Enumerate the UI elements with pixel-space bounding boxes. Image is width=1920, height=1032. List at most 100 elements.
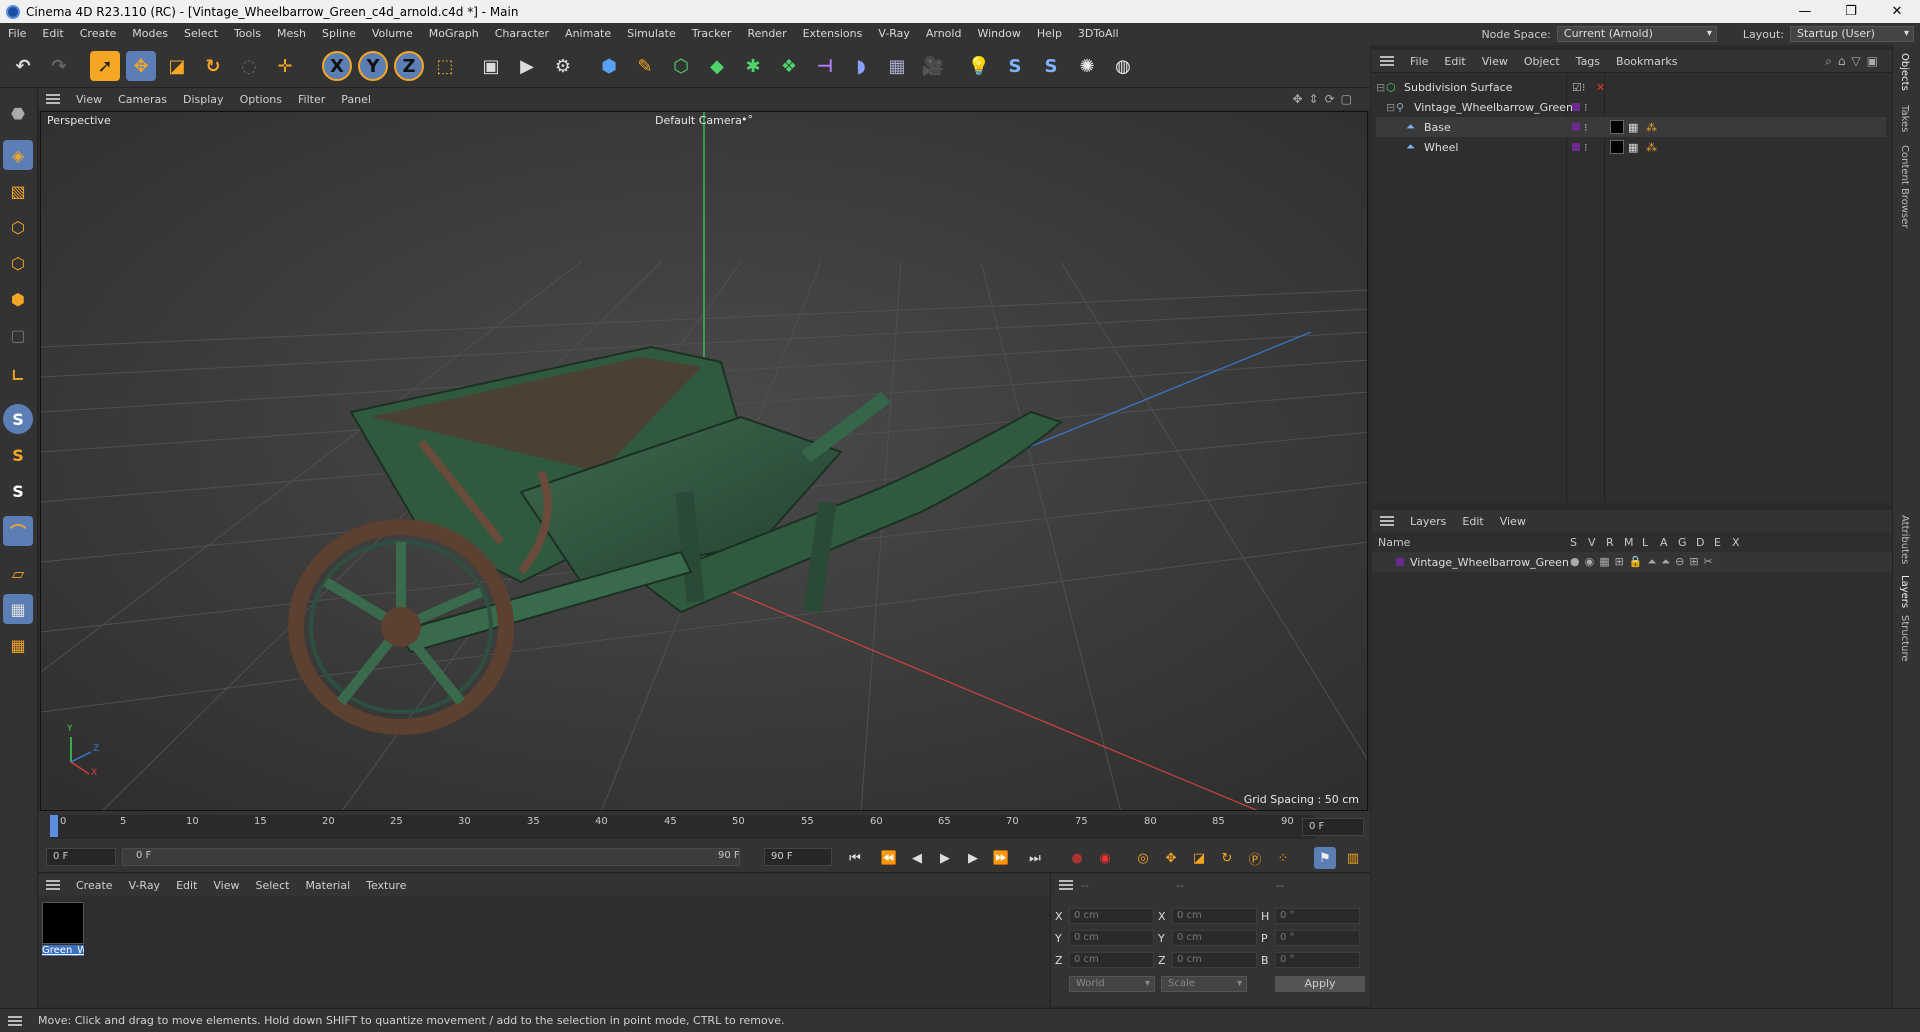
size-y-field[interactable]: 0 cm [1172, 930, 1257, 946]
layer-col-g[interactable]: G [1678, 536, 1687, 549]
timeline-window-icon[interactable]: ▥ [1342, 847, 1364, 869]
tab-attributes[interactable]: Attributes [1899, 515, 1910, 564]
position-y-field[interactable]: 0 cm [1069, 930, 1154, 946]
move-tool-icon[interactable]: ✥ [126, 51, 156, 81]
layer-col-m[interactable]: M [1624, 536, 1634, 549]
tab-objects[interactable]: Objects [1899, 53, 1910, 91]
record-icon[interactable]: ● [1066, 847, 1088, 869]
close-button[interactable]: ✕ [1874, 0, 1920, 23]
locked-workplane-icon[interactable]: ▦ [3, 630, 33, 660]
render-to-picture-viewer-icon[interactable]: ▶ [512, 51, 542, 81]
make-editable-icon[interactable]: ⬣ [3, 98, 33, 128]
previous-key-icon[interactable]: ⏪ [878, 847, 900, 869]
cloner-icon[interactable]: ❖ [774, 51, 804, 81]
layout-dropdown[interactable]: Startup (User) [1790, 26, 1914, 42]
coordinates-menu-icon[interactable] [1059, 880, 1073, 890]
edges-mode-icon[interactable]: ⬡ [3, 248, 33, 278]
snap-settings-icon[interactable]: S [3, 440, 33, 470]
material-menu-texture[interactable]: Texture [358, 879, 414, 892]
live-selection-icon[interactable]: ➚ [90, 51, 120, 81]
material-menu-select[interactable]: Select [248, 879, 298, 892]
menu-render[interactable]: Render [739, 23, 794, 45]
key-position-icon[interactable]: ✥ [1160, 847, 1182, 869]
menu-volume[interactable]: Volume [364, 23, 421, 45]
menu-tracker[interactable]: Tracker [684, 23, 740, 45]
menu-arnold[interactable]: Arnold [918, 23, 970, 45]
quantize-icon[interactable]: S [3, 476, 33, 506]
menu-file[interactable]: File [0, 23, 34, 45]
size-x-field[interactable]: 0 cm [1172, 908, 1257, 924]
material-menu-view[interactable]: View [205, 879, 247, 892]
visibility-dots-icon[interactable]: ⁝ [1584, 101, 1588, 114]
object-row-wheel[interactable]: ⏶ Wheel ⁝ ▦ ⁂ [1376, 137, 1886, 157]
collapse-icon[interactable]: ⊟ [1376, 81, 1386, 94]
bend-deformer-icon[interactable]: ⊣ [810, 51, 840, 81]
tab-takes[interactable]: Takes [1899, 105, 1910, 132]
cube-primitive-icon[interactable]: ⬢ [594, 51, 624, 81]
menu-extensions[interactable]: Extensions [795, 23, 871, 45]
material-item[interactable]: Green_W [42, 902, 84, 956]
tab-structure[interactable]: Structure [1899, 615, 1910, 662]
start-frame-field[interactable]: 0 F [46, 848, 116, 866]
layer-color-swatch[interactable] [1396, 558, 1404, 566]
key-pla-icon[interactable]: ⁘ [1272, 847, 1294, 869]
play-icon[interactable]: ▶ [934, 847, 956, 869]
next-frame-icon[interactable]: ▶ [962, 847, 984, 869]
menu-mograph[interactable]: MoGraph [421, 23, 487, 45]
3d-viewport[interactable]: Perspective Default Camera •° Grid Spaci… [40, 111, 1368, 811]
camera-icon[interactable]: 🎥 [918, 51, 948, 81]
edit-check-icon[interactable]: ☑⁝ [1572, 81, 1585, 94]
tab-layers[interactable]: Layers [1899, 575, 1910, 608]
layer-name[interactable]: Vintage_Wheelbarrow_Green [1410, 556, 1569, 569]
object-row-base[interactable]: ⏶ Base ⁝ ▦ ⁂ [1376, 117, 1886, 137]
preview-range-slider[interactable] [122, 848, 740, 866]
menu-simulate[interactable]: Simulate [619, 23, 684, 45]
current-frame-field[interactable]: 0 F [1302, 818, 1364, 836]
previous-frame-icon[interactable]: ◀ [906, 847, 928, 869]
object-manager-menu-icon[interactable] [1380, 56, 1394, 66]
viewport-menu-cameras[interactable]: Cameras [110, 93, 175, 106]
key-scale-icon[interactable]: ◪ [1188, 847, 1210, 869]
extrude-icon[interactable]: ◆ [702, 51, 732, 81]
maximize-button[interactable]: ❐ [1828, 0, 1874, 23]
menu-character[interactable]: Character [487, 23, 557, 45]
visibility-dots-icon[interactable]: ⁝ [1584, 121, 1588, 134]
status-menu-icon[interactable] [8, 1015, 22, 1026]
transform-tool-icon[interactable]: ✛ [270, 51, 300, 81]
uv-mode-icon[interactable]: ▢ [3, 320, 33, 350]
viewport-menu-options[interactable]: Options [232, 93, 290, 106]
material-menu-create[interactable]: Create [68, 879, 121, 892]
field-icon[interactable]: ◗ [846, 51, 876, 81]
object-name[interactable]: Base [1424, 121, 1451, 134]
layer-toggle-icons[interactable]: ●◉▦⊞🔒⏶⏶⊖⊞✂ [1570, 555, 1718, 569]
menu-spline[interactable]: Spline [314, 23, 364, 45]
layer-col-r[interactable]: R [1606, 536, 1614, 549]
viewport-menu-panel[interactable]: Panel [333, 93, 379, 106]
axis-mode-icon[interactable]: ∟ [3, 360, 33, 390]
model-mode-icon[interactable]: ◈ [3, 140, 33, 170]
tab-content-browser[interactable]: Content Browser [1899, 145, 1910, 228]
menu-window[interactable]: Window [969, 23, 1028, 45]
material-menu-material[interactable]: Material [297, 879, 358, 892]
menu-create[interactable]: Create [72, 23, 125, 45]
autokey-icon[interactable]: ◉ [1094, 847, 1116, 869]
undo-icon[interactable]: ↶ [8, 51, 38, 81]
apply-button[interactable]: Apply [1275, 976, 1365, 992]
object-menu-tags[interactable]: Tags [1568, 55, 1608, 68]
recent-tool-icon[interactable]: ◌ [234, 51, 264, 81]
menu-mesh[interactable]: Mesh [269, 23, 314, 45]
go-to-start-icon[interactable]: ⏮ [844, 847, 866, 869]
coordinate-system-icon[interactable]: ⬚ [430, 51, 460, 81]
axis-y-lock-button[interactable]: Y [358, 51, 388, 81]
workplane-icon[interactable]: ▱ [3, 558, 33, 588]
light-icon[interactable]: 💡 [964, 51, 994, 81]
material-menu-edit[interactable]: Edit [168, 879, 205, 892]
menu-vray[interactable]: V-Ray [870, 23, 918, 45]
key-rotation-icon[interactable]: ↻ [1216, 847, 1238, 869]
size-mode-dropdown[interactable]: Scale [1161, 976, 1247, 992]
viewport-navigation-icons[interactable]: ✥⇕⟳▢ [1292, 92, 1358, 106]
array-icon[interactable]: ✱ [738, 51, 768, 81]
viewport-menu-view[interactable]: View [68, 93, 110, 106]
layer-menu-layers[interactable]: Layers [1402, 515, 1454, 528]
uvw-tag-icon[interactable]: ▦ [1628, 121, 1638, 134]
